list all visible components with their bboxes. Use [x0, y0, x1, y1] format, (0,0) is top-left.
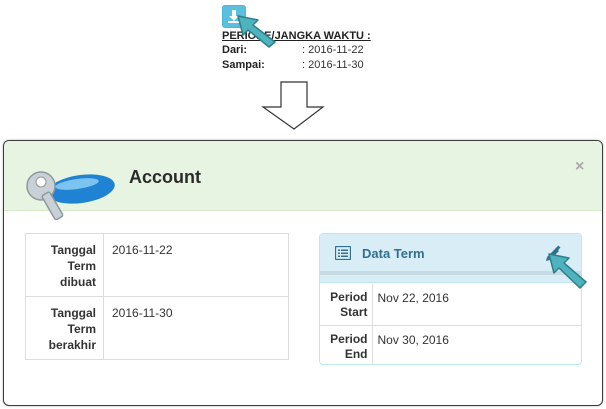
- close-button[interactable]: ×: [575, 158, 584, 176]
- panel-table: Period Start Nov 22, 2016 Period End Nov…: [320, 284, 581, 364]
- term-ended-value: 2016-11-30: [103, 296, 289, 360]
- table-row: Tanggal Term berakhir 2016-11-30: [25, 296, 289, 360]
- term-created-value: 2016-11-22: [103, 233, 289, 297]
- data-term-panel: Data Term Period Start Nov 22, 2016 Peri…: [319, 233, 582, 365]
- periode-to-value: : 2016-11-30: [302, 59, 364, 71]
- modal-title: Account: [129, 167, 201, 187]
- periode-to-label: Sampai:: [222, 59, 265, 71]
- period-end-label: Period End: [320, 324, 373, 364]
- periode-from-value: : 2016-11-22: [302, 44, 364, 56]
- table-row: Tanggal Term dibuat 2016-11-22: [25, 233, 289, 297]
- period-end-value: Nov 30, 2016: [372, 324, 581, 364]
- table-row: Period Start Nov 22, 2016: [320, 284, 581, 325]
- periode-to-row: Sampai: : 2016-11-30: [222, 58, 371, 73]
- panel-heading: Data Term: [320, 234, 581, 283]
- key-icon: [26, 171, 115, 221]
- term-table: Tanggal Term dibuat 2016-11-22 Tanggal T…: [25, 233, 289, 360]
- arrow-cursor-icon: [548, 253, 587, 289]
- down-arrow-icon: [261, 81, 325, 130]
- period-start-value: Nov 22, 2016: [377, 291, 449, 305]
- account-modal: Account × Tanggal Term dibuat 2016-11-22…: [3, 140, 603, 406]
- arrow-cursor-icon: [237, 15, 276, 48]
- term-created-label: Tanggal Term dibuat: [25, 233, 104, 297]
- list-icon: [335, 246, 351, 260]
- term-ended-label: Tanggal Term berakhir: [25, 296, 104, 360]
- modal-header: Account ×: [4, 141, 602, 221]
- heading-stripe: [320, 271, 581, 275]
- table-row: Period End Nov 30, 2016: [320, 324, 581, 364]
- panel-title: Data Term: [362, 246, 425, 261]
- period-start-label: Period Start: [320, 284, 373, 325]
